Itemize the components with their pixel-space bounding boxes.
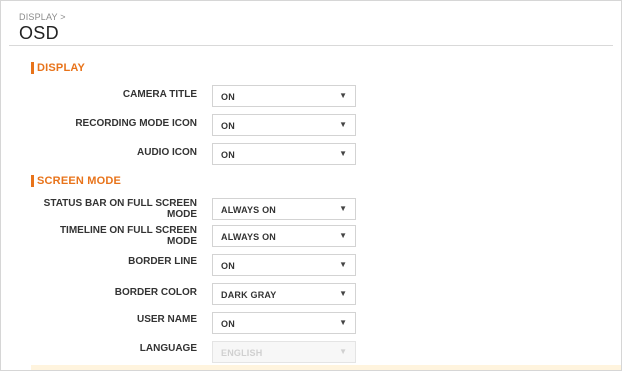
audio-icon-select[interactable]: ON ▼ <box>212 143 356 165</box>
chevron-down-icon: ▼ <box>339 260 347 269</box>
select-value: ALWAYS ON <box>221 205 276 215</box>
display-section-header: DISPLAY <box>31 62 85 74</box>
select-value: DARK GRAY <box>221 290 277 300</box>
page-title: OSD <box>19 23 59 43</box>
section-title-display: DISPLAY <box>37 62 86 74</box>
language-select: ENGLISH ▼ <box>212 341 356 363</box>
setting-label: USER NAME <box>136 314 197 325</box>
status-bar-select[interactable]: ALWAYS ON ▼ <box>212 198 356 220</box>
footer-strip <box>31 365 621 370</box>
chevron-down-icon: ▼ <box>339 91 347 100</box>
chevron-down-icon: ▼ <box>339 231 347 240</box>
chevron-down-icon: ▼ <box>339 318 347 327</box>
page-header: DISPLAY > OSD <box>9 1 613 46</box>
user-name-select[interactable]: ON ▼ <box>212 312 356 334</box>
select-value: ALWAYS ON <box>221 232 276 242</box>
setting-label: CAMERA TITLE <box>122 89 197 100</box>
screen-mode-section-header: SCREEN MODE <box>31 175 121 187</box>
recording-mode-icon-select[interactable]: ON ▼ <box>212 114 356 136</box>
section-marker <box>31 62 34 74</box>
setting-label: BORDER LINE <box>128 256 197 267</box>
setting-label-line: MODE <box>167 236 197 247</box>
osd-settings-panel: DISPLAY > OSD DISPLAY CAMERA TITLE ON ▼ … <box>0 0 622 371</box>
setting-label: STATUS BAR ON FULL SCREEN MODE <box>17 198 197 220</box>
border-color-select[interactable]: DARK GRAY ▼ <box>212 283 356 305</box>
section-marker <box>31 175 34 187</box>
select-value: ENGLISH <box>221 348 263 358</box>
select-value: ON <box>221 92 235 102</box>
camera-title-select[interactable]: ON ▼ <box>212 85 356 107</box>
chevron-down-icon: ▼ <box>339 347 347 356</box>
select-value: ON <box>221 150 235 160</box>
setting-label-line: TIMELINE ON FULL SCREEN <box>59 225 197 236</box>
border-line-select[interactable]: ON ▼ <box>212 254 356 276</box>
chevron-down-icon: ▼ <box>339 149 347 158</box>
chevron-down-icon: ▼ <box>339 204 347 213</box>
setting-label: LANGUAGE <box>139 343 197 354</box>
select-value: ON <box>221 121 235 131</box>
select-value: ON <box>221 319 235 329</box>
chevron-down-icon: ▼ <box>339 120 347 129</box>
select-value: ON <box>221 261 235 271</box>
setting-label-line: STATUS BAR ON FULL SCREEN <box>43 198 197 209</box>
setting-label: BORDER COLOR <box>114 287 197 298</box>
setting-label: TIMELINE ON FULL SCREEN MODE <box>17 225 197 247</box>
section-title-screen-mode: SCREEN MODE <box>37 175 122 187</box>
timeline-select[interactable]: ALWAYS ON ▼ <box>212 225 356 247</box>
chevron-down-icon: ▼ <box>339 289 347 298</box>
breadcrumb: DISPLAY > <box>19 12 66 22</box>
setting-label: RECORDING MODE ICON <box>75 118 197 129</box>
setting-label-line: MODE <box>167 209 197 220</box>
setting-label: AUDIO ICON <box>137 147 197 158</box>
